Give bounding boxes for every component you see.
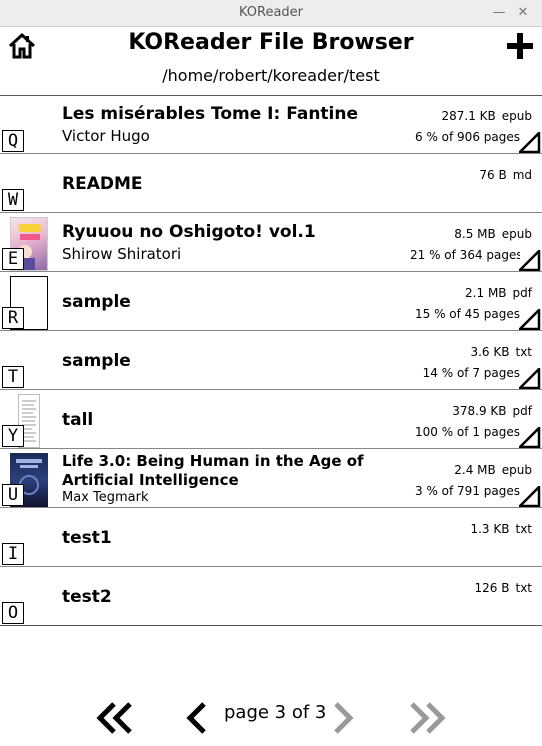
file-progress: 21 % of 364 pages — [410, 248, 520, 262]
file-ext: pdf — [512, 404, 532, 418]
file-meta: 287.1 KB epub — [441, 109, 532, 123]
file-row[interactable]: sample 2.1 MB pdf 15 % of 45 pages R — [0, 273, 542, 331]
file-meta: 76 B md — [479, 168, 532, 182]
hotkey-badge: I — [2, 543, 24, 565]
minimize-icon[interactable]: — — [490, 4, 508, 22]
file-size: 2.1 MB — [465, 286, 507, 300]
file-ext: epub — [501, 109, 532, 123]
file-ext: pdf — [512, 286, 532, 300]
file-title: Ryuuou no Oshigoto! vol.1 — [62, 222, 316, 242]
row-divider — [0, 212, 542, 213]
dogear-icon — [519, 368, 541, 390]
file-meta: 2.4 MB epub — [454, 463, 532, 477]
close-icon[interactable]: ✕ — [514, 4, 532, 22]
file-size: 378.9 KB — [452, 404, 507, 418]
hotkey-badge: O — [2, 602, 24, 624]
hotkey-badge: W — [2, 189, 24, 211]
file-title: sample — [62, 292, 131, 312]
file-meta: 378.9 KB pdf — [452, 404, 532, 418]
file-size: 3.6 KB — [470, 345, 510, 359]
file-title: Life 3.0: Being Human in the Age of Arti… — [62, 452, 364, 489]
file-title: Les misérables Tome I: Fantine — [62, 104, 359, 124]
file-author: Victor Hugo — [62, 127, 150, 145]
file-size: 1.3 KB — [470, 522, 510, 536]
row-divider — [0, 566, 542, 567]
file-row[interactable]: Life 3.0: Being Human in the Age of Arti… — [0, 450, 542, 508]
file-meta: 1.3 KB txt — [470, 522, 532, 536]
file-ext: txt — [515, 522, 532, 536]
file-ext: epub — [501, 463, 532, 477]
dogear-icon — [519, 250, 541, 272]
file-title: sample — [62, 351, 131, 371]
row-divider — [0, 271, 542, 272]
previous-page-icon[interactable] — [180, 702, 210, 734]
row-divider — [0, 330, 542, 331]
file-author: Shirow Shiratori — [62, 245, 182, 263]
file-ext: txt — [515, 345, 532, 359]
next-page-icon[interactable] — [330, 702, 360, 734]
window-titlebar: KOReader — ✕ — [0, 0, 542, 27]
row-divider — [0, 448, 542, 449]
file-progress: 3 % of 791 pages — [415, 484, 520, 498]
file-meta: 3.6 KB txt — [470, 345, 532, 359]
hotkey-badge: Q — [2, 130, 24, 152]
hotkey-badge: U — [2, 484, 24, 506]
file-ext: txt — [515, 581, 532, 595]
file-progress: 100 % of 1 pages — [415, 425, 520, 439]
page-indicator: page 3 of 3 — [224, 702, 327, 723]
file-row[interactable]: tall 378.9 KB pdf 100 % of 1 pages Y — [0, 391, 542, 449]
row-divider — [0, 625, 542, 626]
dogear-icon — [519, 486, 541, 508]
row-divider — [0, 507, 542, 508]
file-meta: 2.1 MB pdf — [465, 286, 532, 300]
file-size: 126 B — [474, 581, 510, 595]
file-row[interactable]: sample 3.6 KB txt 14 % of 7 pages T — [0, 332, 542, 390]
file-row[interactable]: Ryuuou no Oshigoto! vol.1 Shirow Shirato… — [0, 214, 542, 272]
file-size: 287.1 KB — [441, 109, 496, 123]
file-progress: 6 % of 906 pages — [415, 130, 520, 144]
file-title: test2 — [62, 587, 112, 607]
first-page-icon[interactable] — [94, 702, 138, 734]
file-title: test1 — [62, 528, 112, 548]
file-progress: 14 % of 7 pages — [422, 366, 520, 380]
hotkey-badge: R — [2, 307, 24, 329]
file-size: 76 B — [479, 168, 507, 182]
row-divider — [0, 153, 542, 154]
last-page-icon[interactable] — [404, 702, 448, 734]
dogear-icon — [519, 427, 541, 449]
file-row[interactable]: test2 126 B txt O — [0, 568, 542, 626]
plus-icon[interactable] — [506, 32, 534, 60]
file-meta: 126 B txt — [475, 581, 532, 595]
hotkey-badge: E — [2, 248, 24, 270]
file-progress: 15 % of 45 pages — [415, 307, 520, 321]
file-title: README — [62, 174, 143, 194]
file-size: 2.4 MB — [454, 463, 496, 477]
file-size: 8.5 MB — [454, 227, 496, 241]
file-row[interactable]: README 76 B md W — [0, 155, 542, 213]
file-row[interactable]: test1 1.3 KB txt I — [0, 509, 542, 567]
dogear-icon — [519, 309, 541, 331]
hotkey-badge: Y — [2, 425, 24, 447]
file-meta: 8.5 MB epub — [454, 227, 532, 241]
file-author: Max Tegmark — [62, 490, 149, 505]
current-path: /home/robert/koreader/test — [162, 66, 380, 85]
hotkey-badge: T — [2, 366, 24, 388]
file-ext: epub — [501, 227, 532, 241]
row-divider — [0, 389, 542, 390]
dogear-icon — [519, 132, 541, 154]
window-title: KOReader — [238, 5, 304, 20]
file-ext: md — [512, 168, 532, 182]
page-title: KOReader File Browser — [128, 30, 414, 55]
file-title: tall — [62, 410, 94, 430]
file-row[interactable]: Les misérables Tome I: Fantine Victor Hu… — [0, 96, 542, 154]
